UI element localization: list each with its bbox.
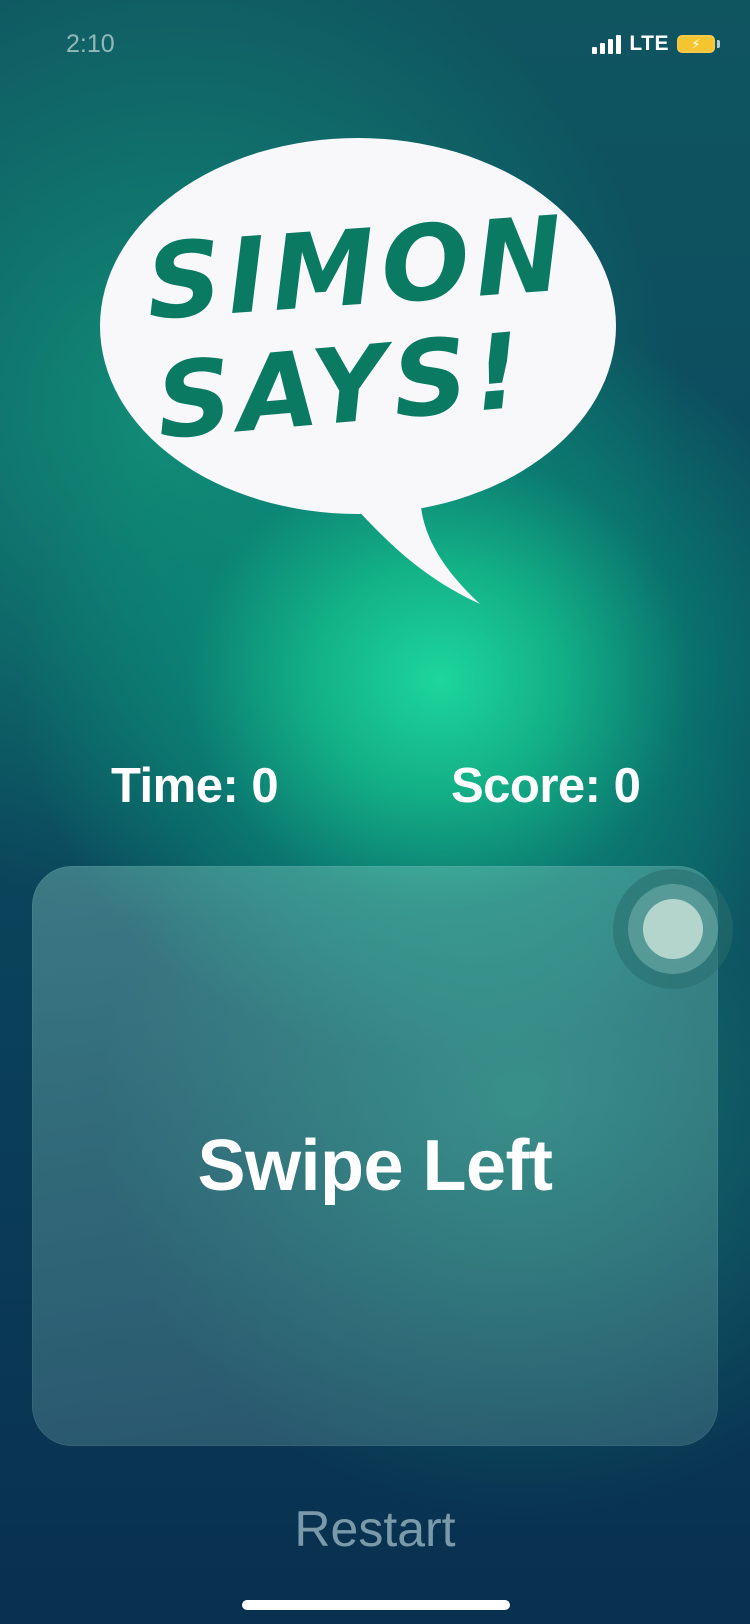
restart-button[interactable]: Restart	[0, 1500, 750, 1558]
simon-says-logo: SIMON SAYS!	[90, 132, 640, 632]
speech-bubble-icon: SIMON SAYS!	[100, 138, 616, 604]
battery-charging-icon: ⚡	[677, 35, 720, 53]
status-bar: 2:10 LTE ⚡	[0, 0, 750, 90]
status-time: 2:10	[66, 30, 115, 58]
touch-indicator-icon	[613, 869, 733, 989]
status-icons: LTE ⚡	[592, 32, 720, 56]
home-indicator[interactable]	[242, 1600, 510, 1610]
touch-dot	[643, 899, 703, 959]
network-type: LTE	[629, 32, 669, 55]
signal-icon	[592, 34, 622, 54]
instruction-text: Swipe Left	[197, 1126, 553, 1206]
time-display: Time: 0	[111, 759, 279, 813]
score-display: Score: 0	[451, 759, 641, 813]
